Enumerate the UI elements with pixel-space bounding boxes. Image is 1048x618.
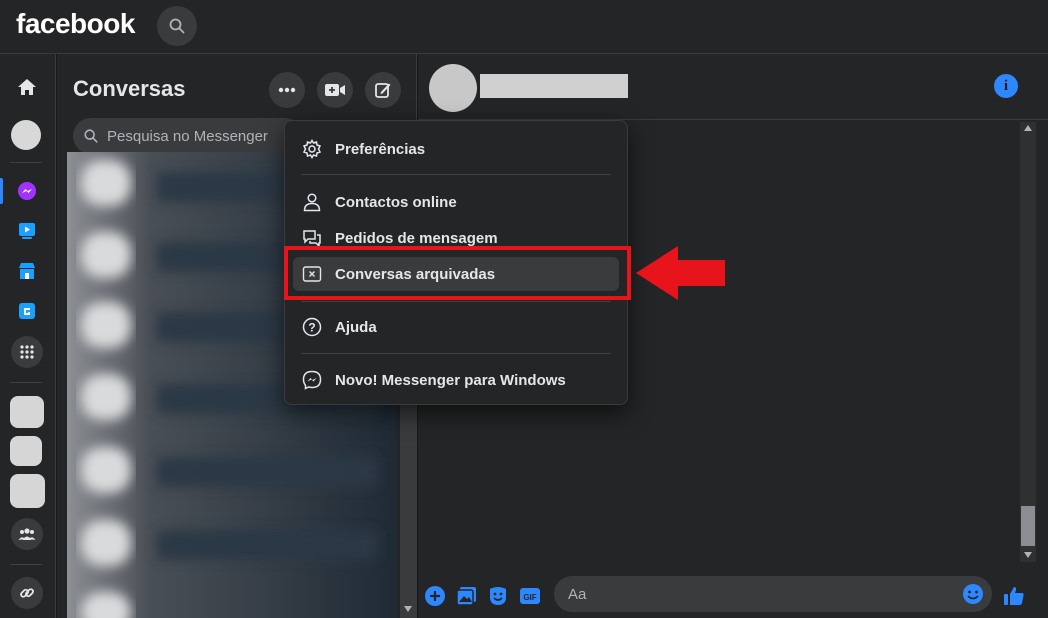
- menu-item-online-contacts[interactable]: Contactos online: [293, 185, 619, 219]
- contact-name-redacted[interactable]: [480, 74, 628, 98]
- menu-item-messenger-windows[interactable]: Novo! Messenger para Windows: [293, 363, 619, 397]
- page-title: Conversas: [73, 76, 186, 101]
- active-indicator: [0, 178, 3, 204]
- gaming-icon: [19, 303, 35, 319]
- menu-divider: [301, 353, 611, 354]
- info-button[interactable]: i: [994, 74, 1018, 98]
- menu-item-label: Contactos online: [335, 193, 457, 211]
- sticker-button[interactable]: [486, 584, 510, 608]
- person-icon: [301, 191, 323, 213]
- groups-button[interactable]: [11, 518, 43, 550]
- info-icon: i: [1003, 77, 1009, 94]
- gaming-nav-button[interactable]: [10, 294, 44, 328]
- message-composer: GIF: [418, 574, 1048, 618]
- new-video-call-button[interactable]: [317, 72, 353, 108]
- conversation-header: i: [418, 54, 1048, 120]
- messenger-icon: [18, 182, 36, 200]
- scroll-down-arrow-icon: [404, 606, 412, 612]
- menu-divider: [301, 301, 611, 302]
- shortcut-item[interactable]: [10, 474, 45, 508]
- like-button[interactable]: [1002, 584, 1026, 608]
- search-button[interactable]: [157, 6, 197, 46]
- new-message-button[interactable]: [365, 72, 401, 108]
- gif-icon: GIF: [520, 588, 540, 604]
- home-icon: [18, 79, 36, 95]
- contact-avatar[interactable]: [429, 64, 477, 112]
- search-icon: [169, 18, 185, 34]
- menu-item-label: Preferências: [335, 140, 426, 158]
- group-people-icon: [18, 528, 36, 540]
- scroll-up-arrow-icon: [1024, 125, 1032, 131]
- gif-button[interactable]: GIF: [518, 584, 542, 608]
- scrollbar-thumb[interactable]: [1021, 506, 1035, 546]
- video-camera-plus-icon: [325, 84, 345, 96]
- more-apps-button[interactable]: [11, 336, 43, 368]
- link-button[interactable]: [11, 577, 43, 609]
- menu-item-label: Novo! Messenger para Windows: [335, 371, 566, 389]
- attach-photo-button[interactable]: [455, 584, 479, 608]
- red-arrow-icon: [636, 246, 725, 300]
- messenger-search[interactable]: [73, 118, 303, 154]
- message-input-container[interactable]: [554, 576, 992, 612]
- profile-avatar[interactable]: [11, 120, 41, 150]
- messenger-icon: [301, 369, 323, 391]
- link-icon: [20, 588, 34, 598]
- rail-divider: [10, 162, 42, 163]
- rail-divider: [10, 564, 42, 565]
- message-scrollbar[interactable]: [1020, 122, 1036, 562]
- shortcut-item[interactable]: [10, 396, 44, 428]
- store-icon: [19, 263, 35, 279]
- search-input[interactable]: [105, 126, 295, 146]
- facebook-logo[interactable]: facebook: [16, 8, 135, 40]
- shortcut-item[interactable]: [10, 436, 42, 466]
- plus-circle-icon: [425, 586, 445, 606]
- more-actions-button[interactable]: [423, 584, 447, 608]
- video-play-icon: [19, 223, 35, 239]
- menu-divider: [301, 174, 611, 175]
- search-icon: [84, 129, 98, 143]
- sticker-icon: [490, 587, 506, 605]
- watch-nav-button[interactable]: [10, 213, 44, 247]
- gear-icon: [301, 138, 323, 160]
- compose-icon: [375, 83, 391, 98]
- menu-item-help[interactable]: ? Ajuda: [293, 310, 619, 344]
- message-input[interactable]: [566, 584, 946, 604]
- left-navigation-rail: [0, 54, 56, 618]
- menu-item-label: Ajuda: [335, 318, 377, 336]
- marketplace-nav-button[interactable]: [10, 254, 44, 288]
- svg-text:GIF: GIF: [523, 593, 536, 602]
- highlight-box: [284, 246, 631, 300]
- options-button[interactable]: [269, 72, 305, 108]
- menu-item-preferences[interactable]: Preferências: [293, 132, 619, 166]
- more-dots-icon: [278, 87, 296, 93]
- scroll-down-arrow-icon: [1024, 552, 1032, 558]
- top-bar: facebook: [0, 0, 1048, 54]
- svg-text:?: ?: [308, 321, 315, 335]
- messenger-nav-button[interactable]: [10, 174, 44, 208]
- thumbs-up-icon: [1004, 587, 1024, 605]
- photo-icon: [456, 587, 476, 606]
- home-button[interactable]: [10, 70, 44, 104]
- emoji-icon[interactable]: [962, 583, 984, 605]
- rail-divider: [10, 382, 42, 383]
- question-circle-icon: ?: [301, 316, 323, 338]
- grid-dots-icon: [20, 345, 34, 359]
- menu-item-label: Pedidos de mensagem: [335, 229, 498, 247]
